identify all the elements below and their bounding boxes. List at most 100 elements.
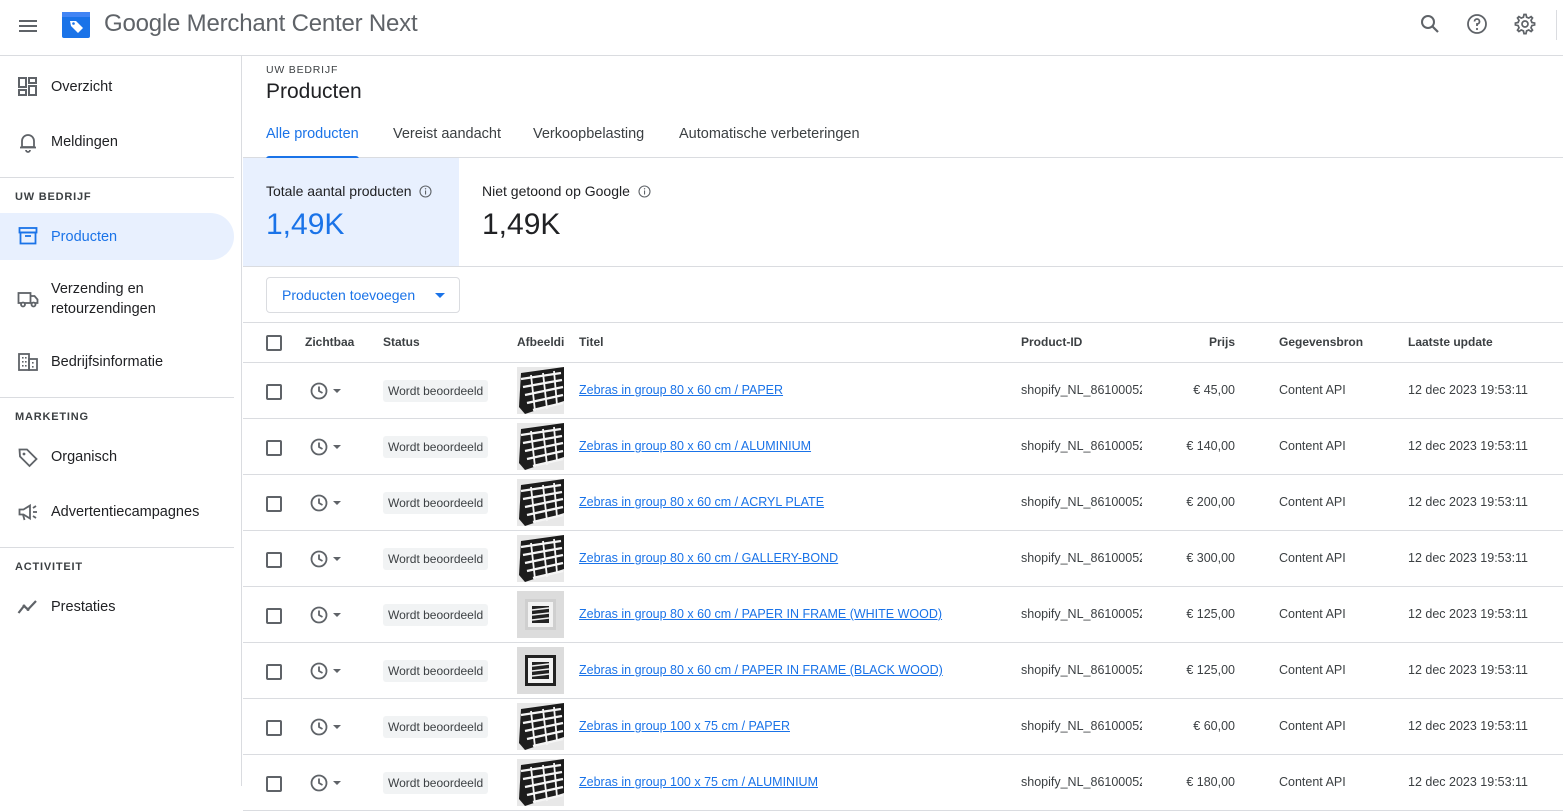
table-row[interactable]: Wordt beoordeeld Zebras in group 80 x 60 …: [243, 587, 1563, 643]
building-icon: [18, 353, 38, 371]
last-update: 12 dec 2023 19:53:11: [1408, 495, 1529, 509]
column-header-status[interactable]: Status: [383, 335, 420, 349]
data-source: Content API: [1279, 719, 1346, 733]
sidebar-item-label: Bedrijfsinformatie: [51, 354, 164, 370]
row-checkbox[interactable]: [266, 384, 282, 400]
row-checkbox[interactable]: [266, 608, 282, 624]
product-title-link[interactable]: Zebras in group 80 x 60 cm / PAPER IN FR…: [579, 663, 943, 677]
add-products-button[interactable]: Producten toevoegen: [266, 277, 460, 313]
product-id: shopify_NL_86100052: [1021, 551, 1142, 565]
dropdown-arrow-icon: [435, 293, 445, 298]
product-title-link[interactable]: Zebras in group 80 x 60 cm / GALLERY-BON…: [579, 551, 838, 565]
data-source: Content API: [1279, 495, 1346, 509]
row-checkbox[interactable]: [266, 664, 282, 680]
chevron-down-icon: [333, 613, 341, 617]
chevron-down-icon: [333, 781, 341, 785]
product-id: shopify_NL_86100052: [1021, 775, 1142, 789]
table-toolbar: Producten toevoegen: [243, 267, 1563, 323]
archive-box-icon: [18, 227, 38, 245]
table-header: Zichtbaa Status Afbeeldi Titel Product-I…: [243, 323, 1563, 363]
visibility-dropdown[interactable]: [309, 437, 349, 457]
stat-label: Totale aantal producten: [266, 183, 433, 199]
settings-icon[interactable]: [1512, 12, 1536, 36]
table-row[interactable]: Wordt beoordeeld Zebras in group 80 x 60 …: [243, 363, 1563, 419]
tab-bar: Alle producten Vereist aandacht Verkoopb…: [243, 120, 1563, 159]
status-badge: Wordt beoordeeld: [383, 492, 489, 514]
product-title-link[interactable]: Zebras in group 100 x 75 cm / PAPER: [579, 719, 790, 733]
tab-automatische-verbeteringen[interactable]: Automatische verbeteringen: [679, 126, 860, 158]
sidebar-item-label: Advertentiecampagnes: [51, 504, 200, 520]
sidebar-divider: [0, 547, 234, 548]
product-thumbnail: [517, 479, 564, 526]
column-header-image[interactable]: Afbeeldi: [517, 335, 565, 349]
sidebar-item-label: Meldingen: [51, 134, 118, 150]
table-row[interactable]: Wordt beoordeeld Zebras in group 80 x 60 …: [243, 643, 1563, 699]
row-checkbox[interactable]: [266, 720, 282, 736]
visibility-dropdown[interactable]: [309, 605, 349, 625]
tag-icon: [18, 448, 38, 468]
sidebar-item-advertentiecampagnes[interactable]: Advertentiecampagnes: [0, 488, 234, 536]
visibility-dropdown[interactable]: [309, 381, 349, 401]
product-thumbnail: [517, 367, 564, 414]
visibility-dropdown[interactable]: [309, 717, 349, 737]
product-title-link[interactable]: Zebras in group 80 x 60 cm / ACRYL PLATE: [579, 495, 824, 509]
last-update: 12 dec 2023 19:53:11: [1408, 607, 1529, 621]
product-title-link[interactable]: Zebras in group 80 x 60 cm / PAPER IN FR…: [579, 607, 942, 621]
table-row[interactable]: Wordt beoordeeld Zebras in group 80 x 60 …: [243, 531, 1563, 587]
visibility-dropdown[interactable]: [309, 773, 349, 793]
help-icon[interactable]: [1465, 12, 1489, 36]
product-id: shopify_NL_86100052: [1021, 495, 1142, 509]
tab-vereist-aandacht[interactable]: Vereist aandacht: [393, 126, 501, 158]
tab-verkoopbelasting[interactable]: Verkoopbelasting: [533, 126, 644, 158]
data-source: Content API: [1279, 439, 1346, 453]
column-header-product-id[interactable]: Product-ID: [1021, 335, 1082, 349]
info-icon[interactable]: [419, 185, 433, 198]
sidebar-section-heading: MARKETING: [15, 411, 89, 423]
product-title-link[interactable]: Zebras in group 80 x 60 cm / PAPER: [579, 383, 783, 397]
menu-icon[interactable]: [16, 14, 40, 38]
visibility-dropdown[interactable]: [309, 549, 349, 569]
sidebar-item-meldingen[interactable]: Meldingen: [0, 117, 234, 167]
column-header-title[interactable]: Titel: [579, 335, 603, 349]
sidebar-item-organisch[interactable]: Organisch: [0, 433, 234, 481]
table-row[interactable]: Wordt beoordeeld Zebras in group 100 x 75…: [243, 699, 1563, 755]
bell-icon: [20, 134, 36, 153]
row-checkbox[interactable]: [266, 552, 282, 568]
column-header-price[interactable]: Prijs: [1143, 335, 1235, 349]
info-icon[interactable]: [638, 185, 651, 198]
row-checkbox[interactable]: [266, 496, 282, 512]
product-id: shopify_NL_86100052: [1021, 383, 1142, 397]
sidebar-item-label: Verzending en: [51, 281, 144, 297]
stat-card-total-products[interactable]: Totale aantal producten 1,49K: [243, 158, 459, 266]
table-row[interactable]: Wordt beoordeeld Zebras in group 80 x 60 …: [243, 475, 1563, 531]
product-thumbnail: [517, 759, 564, 806]
last-update: 12 dec 2023 19:53:11: [1408, 663, 1529, 677]
visibility-dropdown[interactable]: [309, 661, 349, 681]
table-row[interactable]: Wordt beoordeeld Zebras in group 80 x 60 …: [243, 419, 1563, 475]
product-title-link[interactable]: Zebras in group 80 x 60 cm / ALUMINIUM: [579, 439, 811, 453]
sidebar-item-bedrijfsinformatie[interactable]: Bedrijfsinformatie: [0, 338, 234, 386]
last-update: 12 dec 2023 19:53:11: [1408, 439, 1529, 453]
visibility-dropdown[interactable]: [309, 493, 349, 513]
sidebar-item-label: Overzicht: [51, 79, 113, 95]
row-checkbox[interactable]: [266, 776, 282, 792]
sidebar-item-prestaties[interactable]: Prestaties: [0, 583, 234, 631]
sidebar-item-overzicht[interactable]: Overzicht: [0, 62, 234, 112]
sidebar-item-label-line2: retourzendingen: [51, 301, 156, 317]
sidebar-item-verzending[interactable]: Verzending en retourzendingen: [0, 270, 234, 328]
sidebar-item-producten[interactable]: Producten: [0, 213, 234, 260]
stat-value: 1,49K: [266, 208, 345, 241]
column-header-source[interactable]: Gegevensbron: [1279, 335, 1363, 349]
column-header-last-update[interactable]: Laatste update: [1408, 335, 1493, 349]
stat-card-not-shown[interactable]: Niet getoond op Google 1,49K: [459, 158, 679, 266]
row-checkbox[interactable]: [266, 440, 282, 456]
last-update: 12 dec 2023 19:53:11: [1408, 719, 1529, 733]
search-icon[interactable]: [1418, 12, 1442, 36]
tab-alle-producten[interactable]: Alle producten: [266, 126, 359, 159]
product-title-link[interactable]: Zebras in group 100 x 75 cm / ALUMINIUM: [579, 775, 818, 789]
select-all-checkbox[interactable]: [266, 335, 282, 351]
column-header-visibility[interactable]: Zichtbaa: [305, 335, 355, 349]
table-row[interactable]: Wordt beoordeeld Zebras in group 100 x 75…: [243, 755, 1563, 811]
product-thumbnail: [517, 703, 564, 750]
product-price: € 45,00: [1193, 383, 1235, 397]
